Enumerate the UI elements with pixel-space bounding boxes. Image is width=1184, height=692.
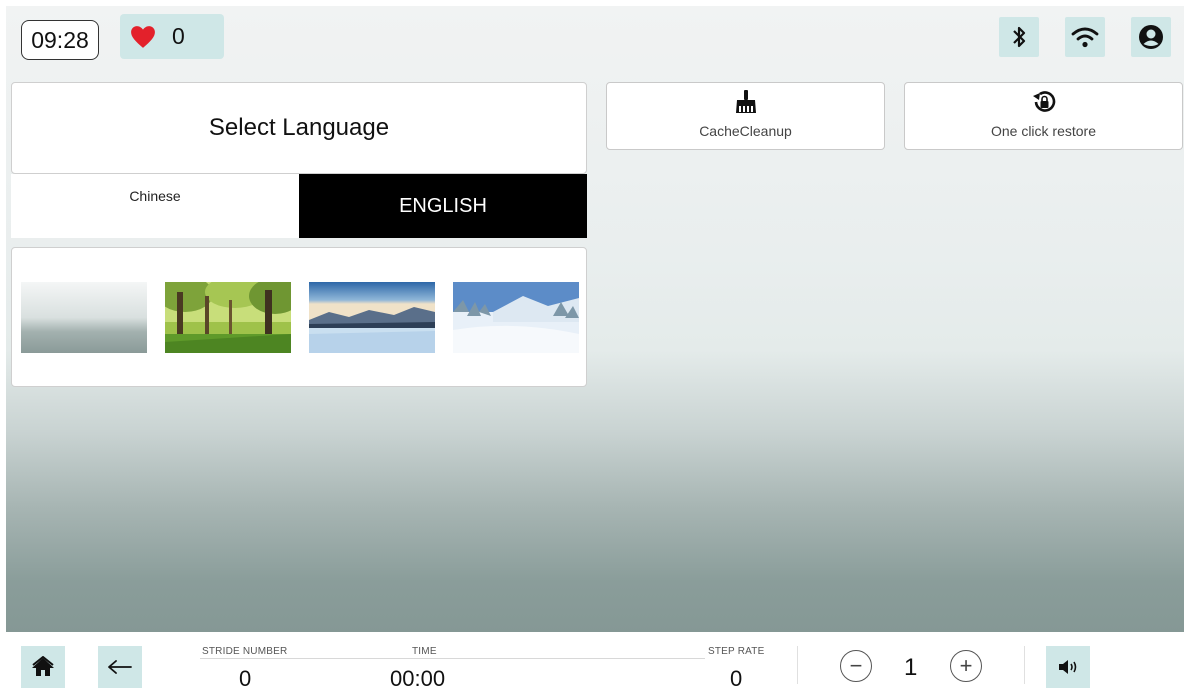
restore-lock-icon [1032, 91, 1055, 112]
background-thumbnail-forest[interactable] [165, 282, 291, 353]
language-option-english[interactable]: ENGLISH [299, 174, 587, 238]
stride-number-value: 0 [239, 666, 252, 691]
cache-cleanup-button[interactable]: CacheCleanup [606, 82, 885, 150]
stride-number-label: STRIDE NUMBER [202, 646, 288, 657]
volume-button[interactable] [1046, 646, 1090, 688]
select-language-header: Select Language [11, 82, 587, 174]
arrow-left-icon [108, 660, 132, 674]
step-rate-value: 0 [730, 666, 743, 691]
wifi-button[interactable] [1065, 17, 1105, 57]
cache-cleanup-label: CacheCleanup [699, 123, 792, 139]
bluetooth-button[interactable] [999, 17, 1039, 57]
increase-level-button[interactable]: + [950, 650, 982, 682]
main-screen: 09:28 0 Select Language Chinese ENGLISH … [6, 6, 1184, 632]
home-button[interactable] [21, 646, 65, 688]
background-thumbnail-plain[interactable] [21, 282, 147, 353]
stats-divider-line [200, 658, 705, 659]
decrease-level-button[interactable]: − [840, 650, 872, 682]
bottom-bar: STRIDE NUMBER 0 TIME 00:00 STEP RATE 0 −… [0, 632, 1184, 691]
divider [797, 646, 798, 684]
heart-rate-value: 0 [172, 23, 185, 49]
user-button[interactable] [1131, 17, 1171, 57]
volume-icon [1059, 660, 1077, 674]
heart-icon [131, 25, 155, 48]
language-option-label: Chinese [129, 188, 181, 204]
level-value: 1 [904, 654, 918, 681]
select-language-title: Select Language [208, 114, 390, 141]
clock: 09:28 [21, 20, 99, 60]
user-icon [1139, 25, 1163, 49]
language-option-label: ENGLISH [399, 194, 487, 217]
background-selector [11, 247, 587, 387]
language-options: Chinese ENGLISH [11, 174, 587, 238]
broom-icon [735, 90, 756, 113]
background-thumbnail-snowy-forest[interactable] [453, 282, 579, 353]
language-option-chinese[interactable]: Chinese [11, 174, 299, 238]
clock-time: 09:28 [31, 26, 89, 53]
time-value: 00:00 [390, 666, 446, 691]
wifi-icon [1071, 27, 1099, 48]
background-thumbnail-mountain-lake[interactable] [309, 282, 435, 353]
divider [1024, 646, 1025, 684]
step-rate-label: STEP RATE [708, 646, 765, 657]
heart-rate-display: 0 [120, 14, 224, 59]
one-click-restore-label: One click restore [990, 123, 1097, 139]
minus-icon: − [849, 653, 863, 678]
plus-icon: + [959, 653, 973, 678]
bluetooth-icon [1013, 26, 1026, 48]
home-icon [32, 656, 54, 676]
time-label: TIME [412, 646, 437, 657]
back-button[interactable] [98, 646, 142, 688]
one-click-restore-button[interactable]: One click restore [904, 82, 1183, 150]
